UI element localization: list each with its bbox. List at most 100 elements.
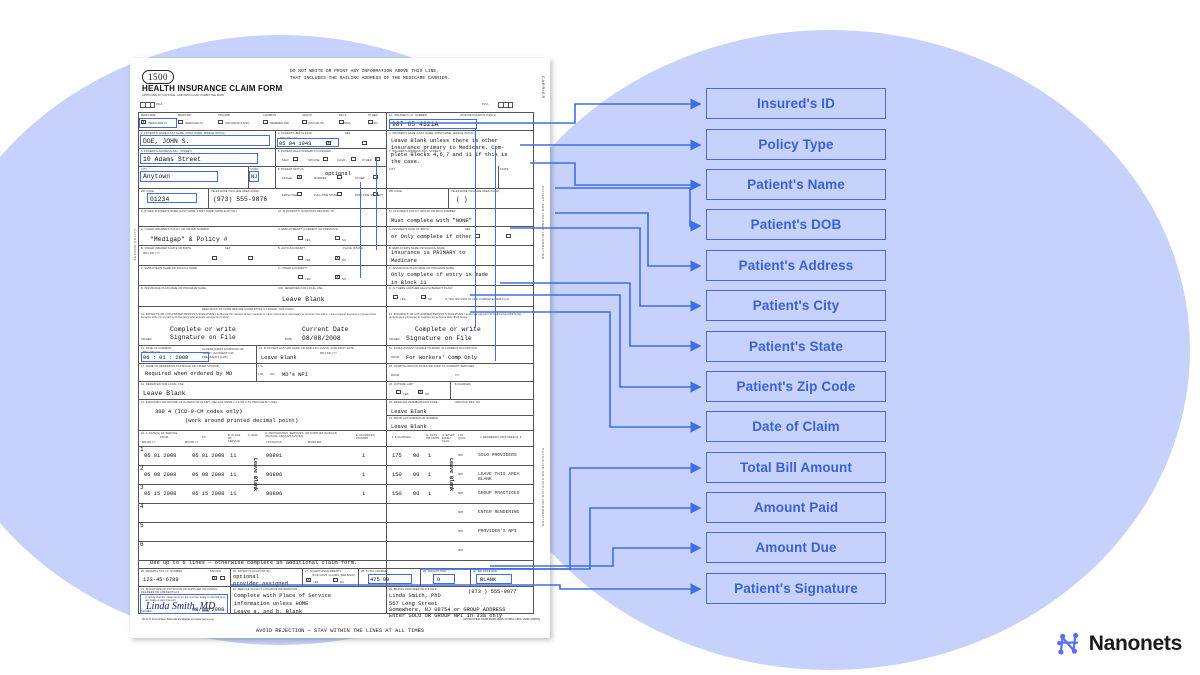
f5-phone-value[interactable]: (973) 555-9876 — [213, 196, 267, 203]
f1-group-checkbox[interactable] — [302, 120, 307, 125]
service-line-note[interactable]: ENTER RENDERING — [478, 510, 534, 515]
service-line-note[interactable]: SOLO Providers — [478, 453, 534, 458]
f13-value-2[interactable]: Signature on File — [406, 335, 472, 342]
f33-value-1[interactable]: Linda Smith, PhD — [389, 593, 441, 599]
f8-fulltime-checkbox[interactable] — [337, 192, 342, 197]
f32-value-3[interactable]: Leave a. and b. Blank — [234, 609, 302, 615]
f1-tricare-checkbox[interactable] — [218, 120, 223, 125]
f12-date-value-2[interactable]: 08/08/2008 — [302, 335, 341, 342]
field-label-insureds-id[interactable]: Insured's ID — [706, 88, 886, 119]
service-line-from[interactable]: 06 01 2008 — [144, 453, 192, 459]
f20-no-checkbox[interactable]: X — [418, 390, 423, 395]
service-line-units[interactable]: 1 — [428, 453, 438, 459]
service-line-qual[interactable]: NPI — [458, 529, 470, 533]
service-line-charges[interactable]: 150 — [392, 472, 414, 478]
f32-value-2[interactable]: information unless HOME — [234, 601, 308, 607]
f17b-value[interactable]: MD's NPI — [282, 372, 308, 378]
f10c-yes-checkbox[interactable] — [298, 275, 303, 280]
f33-phone[interactable]: (973 ) 555-0077 — [468, 589, 517, 595]
f11b-value-2[interactable]: Medicare — [391, 258, 417, 264]
f3-sex-female-checkbox[interactable] — [362, 141, 367, 146]
service-line-qual[interactable]: NPI — [458, 548, 470, 552]
service-line-qual[interactable]: NPI — [458, 453, 470, 457]
field-label-patients-signature[interactable]: Patient's Signature — [706, 573, 886, 604]
f11-value-2[interactable]: or Only complete if other — [391, 234, 472, 240]
field-label-policy-type[interactable]: Policy Type — [706, 129, 886, 160]
f12-value-2[interactable]: Signature on File — [170, 334, 236, 341]
f9a-value[interactable]: "Medigap" & Policy # — [150, 236, 228, 243]
service-line-cents[interactable]: 00 — [413, 491, 427, 497]
f8-single-checkbox[interactable]: X — [297, 175, 302, 180]
f20-yes-checkbox[interactable] — [396, 390, 401, 395]
f4-value-4[interactable]: the case. — [391, 159, 420, 165]
f11c-value-1[interactable]: Only complete if entry is made — [391, 272, 488, 278]
f10b-yes-checkbox[interactable] — [298, 256, 303, 261]
field-label-patients-name[interactable]: Patient's Name — [706, 169, 886, 200]
service-line-cents[interactable]: 00 — [413, 472, 427, 478]
field-label-patients-dob[interactable]: Patient's DOB — [706, 209, 886, 240]
cms1500-form-document[interactable]: 1500 HEALTH INSURANCE CLAIM FORM APPROVE… — [130, 58, 550, 638]
f19-value[interactable]: Leave Blank — [143, 390, 186, 397]
f11d-no-checkbox[interactable] — [421, 295, 426, 300]
f6-spouse-checkbox[interactable] — [323, 157, 328, 162]
service-line-charges[interactable]: 150 — [392, 491, 414, 497]
service-line-ptr[interactable]: 1 — [362, 491, 372, 497]
service-line-cpt[interactable]: 90806 — [266, 491, 296, 497]
service-line-note[interactable]: provider's NPI — [478, 529, 534, 534]
f21-value-1[interactable]: 300 4 (ICD-9-CM codes only) — [155, 409, 242, 415]
f16-value[interactable]: For Workers' Comp Only — [406, 355, 477, 361]
field-label-patients-zip-code[interactable]: Patient's Zip Code — [706, 371, 886, 402]
field-label-total-bill-amount[interactable]: Total Bill Amount — [706, 452, 886, 483]
service-line-units[interactable]: 1 — [428, 491, 438, 497]
service-line-note[interactable]: leave this area Blank — [478, 472, 534, 482]
f1-other-checkbox[interactable] — [368, 120, 373, 125]
f7-phone-value[interactable]: ( ) — [456, 196, 468, 203]
f1-champva-checkbox[interactable] — [263, 120, 268, 125]
f21-value-2[interactable]: (work around printed decimal point) — [185, 418, 298, 424]
service-line-cpt[interactable]: 90806 — [266, 472, 296, 478]
f13-value-1[interactable]: Complete or write — [415, 326, 481, 333]
service-line-qual[interactable]: NPI — [458, 510, 470, 514]
f9b-female-checkbox[interactable] — [248, 256, 253, 261]
f12-value-1[interactable]: Complete or write — [170, 326, 236, 333]
f8-employed-checkbox[interactable] — [297, 192, 302, 197]
service-line-from[interactable]: 06 08 2008 — [144, 472, 192, 478]
field-label-amount-due[interactable]: Amount Due — [706, 532, 886, 563]
field-label-amount-paid[interactable]: Amount Paid — [706, 492, 886, 523]
f12-date-value-1[interactable]: Current Date — [302, 326, 349, 333]
f10c-no-checkbox[interactable]: X — [335, 275, 340, 280]
service-line-cents[interactable]: 00 — [413, 453, 427, 459]
field-label-patients-state[interactable]: Patient's State — [706, 331, 886, 362]
service-line-pos[interactable]: 11 — [230, 472, 242, 478]
f32-value-1[interactable]: Complete with Place of Service — [234, 593, 331, 599]
f26-value-1[interactable]: optional — [233, 574, 259, 580]
field-label-patients-address[interactable]: Patient's Address — [706, 250, 886, 281]
f11a-female-checkbox[interactable] — [506, 234, 511, 239]
f11-value-1[interactable]: Must complete with "NONE" — [391, 218, 472, 224]
f10a-yes-checkbox[interactable] — [298, 236, 303, 241]
f15-value[interactable]: Leave Blank — [261, 355, 297, 361]
f25-ein-checkbox[interactable] — [220, 576, 225, 581]
f27-no-checkbox[interactable] — [333, 578, 338, 583]
f4-value-1[interactable]: Leave Blank unless there is other — [391, 138, 498, 144]
service-line-qual[interactable]: NPI — [458, 472, 470, 476]
f11b-value-1[interactable]: insurance is PRIMARY to — [391, 250, 465, 256]
service-line-ptr[interactable]: 1 — [362, 453, 372, 459]
f10d-value[interactable]: Leave Blank — [282, 296, 325, 303]
service-line-charges[interactable]: 175 — [392, 453, 414, 459]
service-line-units[interactable]: 1 — [428, 472, 438, 478]
service-line-note[interactable]: GROUP PRACTICES — [478, 491, 534, 496]
service-line-ptr[interactable]: 1 — [362, 472, 372, 478]
f17-value[interactable]: Required when ordered by MD — [145, 371, 232, 377]
f1-feca-checkbox[interactable] — [339, 120, 344, 125]
service-line-pos[interactable]: 11 — [230, 453, 242, 459]
f10a-no-checkbox[interactable] — [335, 236, 340, 241]
f25-ssn-checkbox[interactable]: X — [212, 576, 217, 581]
f6-child-checkbox[interactable] — [351, 157, 356, 162]
f11d-yes-checkbox[interactable] — [393, 295, 398, 300]
f9b-male-checkbox[interactable] — [212, 256, 217, 261]
service-line-qual[interactable]: NPI — [458, 491, 470, 495]
service-line-cpt[interactable]: 90801 — [266, 453, 296, 459]
service-line-from[interactable]: 06 15 2008 — [144, 491, 192, 497]
f27-yes-checkbox[interactable]: X — [306, 578, 311, 583]
